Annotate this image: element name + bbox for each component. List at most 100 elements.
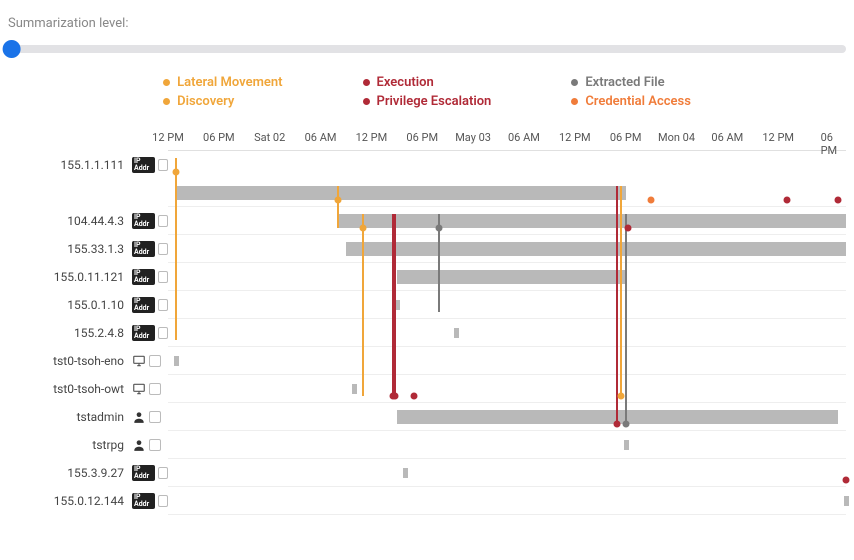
row-lane [168, 347, 846, 375]
legend-item[interactable]: Credential Access [571, 94, 691, 109]
row-checkbox[interactable] [158, 327, 168, 339]
legend-label: Credential Access [585, 94, 691, 109]
activity-segment[interactable] [844, 496, 849, 506]
row-lane [168, 263, 846, 291]
axis-tick: 06 AM [711, 131, 743, 144]
row-label: tst0-tsoh-owt [12, 375, 132, 403]
event-dot-icon[interactable] [436, 225, 443, 232]
row-icons: IP Addr [132, 459, 168, 487]
activity-bar[interactable] [397, 270, 626, 284]
row-label: tstadmin [12, 403, 132, 431]
row-checkbox[interactable] [158, 495, 168, 507]
row-icons: IP Addr [132, 263, 168, 291]
row-label: 155.2.4.8 [12, 319, 132, 347]
legend-dot-icon [163, 79, 170, 86]
event-dot-icon[interactable] [614, 421, 621, 428]
row-checkbox[interactable] [158, 271, 168, 283]
event-connector[interactable] [362, 214, 364, 396]
person-icon [132, 410, 146, 424]
row-checkbox[interactable] [158, 299, 168, 311]
activity-bar[interactable] [346, 242, 846, 256]
event-dot-icon[interactable] [648, 197, 655, 204]
row-icons [132, 403, 168, 431]
axis-tick: May 03 [455, 131, 491, 144]
ip-badge-icon: IP Addr [132, 465, 155, 481]
event-dot-icon[interactable] [622, 421, 629, 428]
event-dot-icon[interactable] [173, 169, 180, 176]
row-icons: IP Addr [132, 487, 168, 515]
row-lane [168, 207, 846, 235]
legend-dot-icon [571, 98, 578, 105]
event-connector[interactable] [175, 158, 177, 340]
legend-item[interactable]: Extracted File [571, 75, 691, 90]
legend-label: Privilege Escalation [377, 94, 492, 109]
event-connector[interactable] [394, 214, 396, 396]
legend-item[interactable]: Privilege Escalation [363, 94, 492, 109]
row-label: 155.0.11.121 [12, 263, 132, 291]
row-icons: IP Addr [132, 319, 168, 347]
row-lane [168, 459, 846, 487]
row-label: tstrpg [12, 431, 132, 459]
row-checkbox[interactable] [158, 215, 168, 227]
summarization-slider[interactable] [8, 37, 846, 61]
activity-segment[interactable] [624, 440, 629, 450]
slider-label: Summarization level: [8, 16, 846, 31]
event-dot-icon[interactable] [843, 477, 850, 484]
row-checkbox[interactable] [149, 411, 161, 423]
row-lane [168, 431, 846, 459]
slider-track [8, 45, 846, 53]
axis-tick: 06 PM [610, 131, 642, 144]
legend-item[interactable]: Discovery [163, 94, 282, 109]
monitor-icon [132, 354, 146, 368]
event-connector[interactable] [337, 186, 339, 228]
axis-tick: 06 PM [406, 131, 438, 144]
row-checkbox[interactable] [158, 243, 168, 255]
event-dot-icon[interactable] [625, 225, 632, 232]
event-connector[interactable] [625, 214, 627, 424]
row-icons: IP Addr [132, 151, 168, 179]
activity-segment[interactable] [174, 356, 179, 366]
axis-tick: 12 PM [356, 131, 388, 144]
ip-badge-icon: IP Addr [132, 241, 155, 257]
axis-tick: 06 PM [203, 131, 235, 144]
event-dot-icon[interactable] [359, 225, 366, 232]
ip-badge-icon: IP Addr [132, 213, 155, 229]
event-dot-icon[interactable] [392, 393, 399, 400]
row-icons: IP Addr [132, 235, 168, 263]
event-dot-icon[interactable] [410, 393, 417, 400]
row-label: 155.3.9.27 [12, 459, 132, 487]
event-connector[interactable] [620, 186, 622, 396]
row-label: 104.44.4.3 [12, 207, 132, 235]
row-icons [132, 431, 168, 459]
activity-bar[interactable] [338, 214, 847, 228]
activity-segment[interactable] [403, 468, 408, 478]
row-lane [168, 375, 846, 403]
event-dot-icon[interactable] [834, 197, 841, 204]
row-checkbox[interactable] [158, 467, 168, 479]
row-checkbox[interactable] [158, 159, 168, 171]
slider-thumb[interactable] [3, 40, 21, 58]
event-dot-icon[interactable] [334, 197, 341, 204]
row-lane [168, 291, 846, 319]
row-checkbox[interactable] [149, 439, 161, 451]
activity-bar[interactable] [176, 186, 625, 200]
monitor-icon [132, 382, 146, 396]
axis-tick: Mon 04 [658, 131, 695, 144]
legend-item[interactable]: Execution [363, 75, 492, 90]
row-checkbox[interactable] [149, 383, 161, 395]
legend-dot-icon [163, 98, 170, 105]
ip-badge-icon: IP Addr [132, 269, 155, 285]
ip-badge-icon: IP Addr [132, 157, 155, 173]
row-label: 155.33.1.3 [12, 235, 132, 263]
event-dot-icon[interactable] [783, 197, 790, 204]
row-checkbox[interactable] [149, 355, 161, 367]
activity-segment[interactable] [352, 384, 357, 394]
event-connector[interactable] [616, 186, 618, 424]
row-icons: IP Addr [132, 291, 168, 319]
activity-segment[interactable] [454, 328, 459, 338]
row-icons: IP Addr [132, 207, 168, 235]
axis-tick: 12 PM [762, 131, 794, 144]
axis-tick: 12 PM [152, 131, 184, 144]
legend-item[interactable]: Lateral Movement [163, 75, 282, 90]
row-lane [168, 319, 846, 347]
